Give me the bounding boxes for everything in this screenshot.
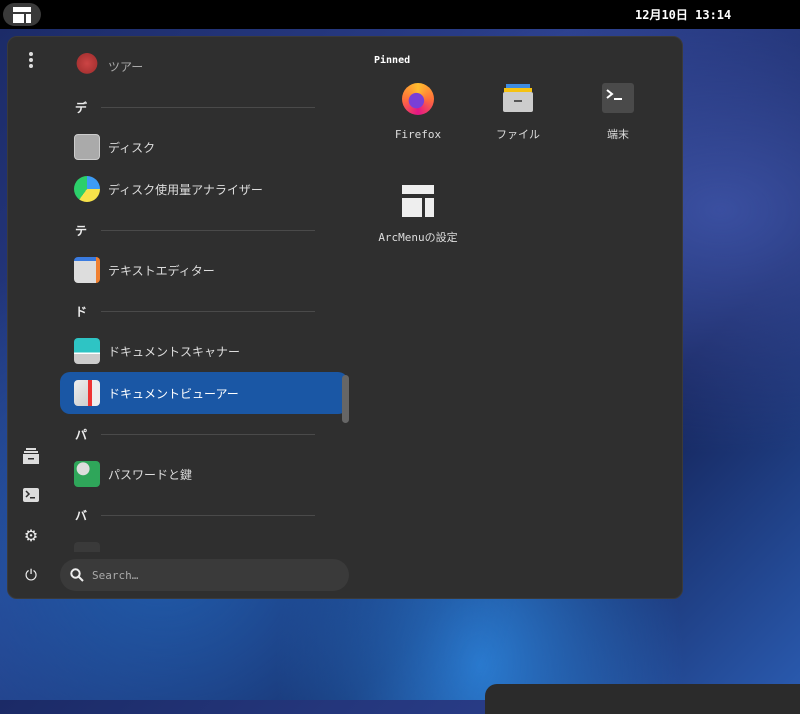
clock[interactable]: 12月10日 13:14 (635, 6, 731, 23)
section-letter: バ (75, 509, 88, 523)
app-label: テキストエディター (108, 263, 215, 278)
section-letter: テ (75, 224, 88, 238)
arcmenu-button[interactable] (3, 3, 41, 26)
section-header: バ (75, 507, 315, 524)
section-header: デ (75, 99, 315, 116)
pinned-label: ファイル (496, 128, 540, 141)
pinned-label: ArcMenuの設定 (378, 231, 458, 244)
pie-chart-icon (74, 176, 100, 202)
divider (101, 311, 315, 312)
arcmenu-icon (401, 185, 435, 217)
section-header: ド (75, 303, 315, 320)
app-label: パスワードと鍵 (108, 467, 193, 482)
app-item-document-scanner[interactable]: ドキュメントスキャナー (60, 330, 348, 372)
section-letter: デ (75, 101, 88, 115)
app-item-disk-usage-analyzer[interactable]: ディスク使用量アナライザー (60, 168, 348, 210)
firefox-icon (401, 82, 435, 116)
disks-icon (74, 134, 100, 160)
files-icon (501, 82, 535, 114)
scrollbar[interactable] (342, 375, 349, 423)
more-options-icon[interactable] (21, 50, 41, 70)
search-input[interactable]: Search… (60, 559, 349, 591)
scanner-icon (74, 338, 100, 364)
key-icon (74, 461, 100, 487)
backup-icon (74, 542, 100, 552)
divider (101, 515, 315, 516)
app-item-text-editor[interactable]: テキストエディター (60, 249, 348, 291)
app-item-passwords-and-keys[interactable]: パスワードと鍵 (60, 453, 348, 495)
app-label: ディスク (108, 140, 156, 155)
app-item-partial[interactable] (60, 534, 348, 552)
pinned-arcmenu-settings[interactable]: ArcMenuの設定 (368, 155, 468, 245)
section-header: パ (75, 426, 315, 443)
section-header: テ (75, 222, 315, 239)
text-editor-icon (74, 257, 100, 283)
power-icon[interactable]: ⏻ (21, 565, 41, 585)
search-icon (70, 568, 84, 582)
app-label: ドキュメントスキャナー (108, 344, 241, 359)
app-label: ツアー (108, 59, 144, 74)
app-item-document-viewer[interactable]: ドキュメントビューアー (60, 372, 348, 414)
arcmenu-icon (13, 6, 31, 23)
pinned-label: Firefox (394, 128, 442, 141)
app-label: ディスク使用量アナライザー (108, 182, 263, 197)
app-label: ドキュメントビューアー (108, 386, 239, 401)
files-icon[interactable] (21, 446, 41, 466)
search-placeholder: Search… (92, 568, 139, 582)
app-list: ツアー デ ディスク ディスク使用量アナライザー テ テキストエディター ド ド… (60, 37, 350, 552)
section-letter: ド (75, 305, 88, 319)
app-menu: ⚙ ⏻ ツアー デ ディスク ディスク使用量アナライザー テ テキストエディター… (7, 36, 683, 599)
settings-icon[interactable]: ⚙ (21, 525, 41, 545)
section-letter: パ (75, 428, 88, 442)
pinned-label: 端末 (607, 128, 629, 141)
sidebar: ⚙ ⏻ (8, 37, 54, 598)
terminal-icon[interactable] (21, 485, 41, 505)
terminal-icon (601, 82, 635, 114)
balloon-icon (74, 53, 100, 79)
dock (485, 684, 800, 714)
pinned-terminal[interactable]: 端末 (568, 52, 668, 142)
divider (101, 230, 315, 231)
pinned-firefox[interactable]: Firefox (368, 52, 468, 142)
app-item-disks[interactable]: ディスク (60, 126, 348, 168)
app-item-tour[interactable]: ツアー (60, 45, 348, 87)
divider (101, 434, 315, 435)
document-viewer-icon (74, 380, 100, 406)
top-bar: 12月10日 13:14 (0, 0, 800, 29)
divider (101, 107, 315, 108)
pinned-files[interactable]: ファイル (468, 52, 568, 142)
